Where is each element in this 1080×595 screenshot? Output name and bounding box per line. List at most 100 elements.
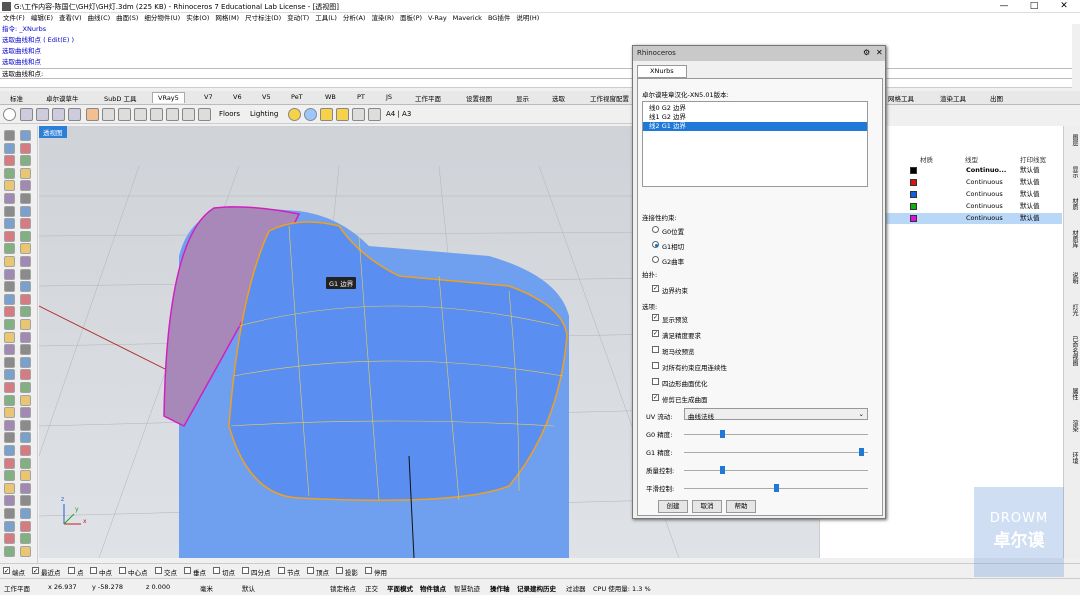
osnap-checkbox[interactable]: ✓ bbox=[3, 567, 10, 574]
tool-icon[interactable] bbox=[4, 130, 15, 141]
tool-icon[interactable] bbox=[4, 293, 15, 305]
tool-icon[interactable] bbox=[4, 394, 15, 406]
tool-icon[interactable] bbox=[4, 142, 15, 154]
tab-setview[interactable]: 设置视图 bbox=[466, 93, 492, 103]
tool-icon[interactable] bbox=[4, 268, 15, 280]
help-button[interactable]: 帮助 bbox=[726, 500, 756, 513]
layer-row[interactable]: Continuous 默认值 bbox=[882, 177, 1062, 188]
tab-properties[interactable]: 属性 bbox=[1066, 388, 1079, 400]
tab-render-tools[interactable]: 渲染工具 bbox=[940, 93, 966, 103]
paper-icon[interactable] bbox=[368, 108, 381, 121]
tab-wb[interactable]: WB bbox=[325, 93, 336, 101]
cosmos-icon[interactable] bbox=[352, 108, 365, 121]
layer-row[interactable]: Continuous 默认值 bbox=[882, 213, 1062, 224]
tool-icon[interactable] bbox=[4, 356, 15, 368]
osnap-checkbox[interactable] bbox=[213, 567, 220, 574]
option-checkbox[interactable] bbox=[652, 378, 659, 385]
option-checkbox[interactable]: ✓ bbox=[652, 330, 659, 337]
layer-linetype[interactable]: Continuous bbox=[966, 213, 1003, 224]
tool-icon[interactable] bbox=[4, 230, 15, 242]
tab-display[interactable]: 显示 bbox=[516, 93, 529, 103]
tool-icon[interactable] bbox=[4, 369, 15, 381]
list-item[interactable]: 线1 G2 边界 bbox=[643, 113, 867, 122]
dialog-tab-xnurbs[interactable]: XNurbs bbox=[637, 65, 687, 78]
proxy-icon[interactable] bbox=[166, 108, 179, 121]
menu-bg[interactable]: BG插件 bbox=[485, 13, 513, 24]
tab-cplane[interactable]: 工作平面 bbox=[415, 93, 441, 103]
menu-analyze[interactable]: 分析(A) bbox=[340, 13, 369, 24]
tool-icon[interactable] bbox=[4, 545, 15, 557]
tool-icon[interactable] bbox=[4, 243, 15, 255]
ies-light-icon[interactable] bbox=[150, 108, 163, 121]
status-history[interactable]: 记录建构历史 bbox=[517, 583, 556, 593]
status-planar[interactable]: 平面模式 bbox=[387, 583, 413, 593]
tool-icon[interactable] bbox=[20, 281, 31, 293]
osnap-checkbox[interactable] bbox=[242, 567, 249, 574]
tool-icon[interactable] bbox=[4, 407, 15, 419]
status-smarttrack[interactable]: 智慧轨迹 bbox=[454, 583, 480, 593]
tab-vray5[interactable]: VRay5 bbox=[152, 92, 185, 103]
tool-icon[interactable] bbox=[20, 167, 31, 179]
tool-icon[interactable] bbox=[4, 382, 15, 393]
tool-icon[interactable] bbox=[20, 432, 31, 444]
tab-viewport-layout[interactable]: 工作视窗配置 bbox=[590, 93, 629, 103]
layer-linetype[interactable]: Continuous bbox=[966, 201, 1003, 212]
tool-icon[interactable] bbox=[4, 457, 15, 469]
tool-icon[interactable] bbox=[4, 155, 15, 167]
tool-icon[interactable] bbox=[4, 432, 15, 444]
tab-drowm[interactable]: 卓尔谟草牛 bbox=[46, 93, 79, 103]
tab-v7[interactable]: V7 bbox=[204, 93, 213, 101]
tool-icon[interactable] bbox=[20, 218, 31, 230]
osnap-checkbox[interactable] bbox=[119, 567, 126, 574]
frame-buffer-icon[interactable] bbox=[52, 108, 65, 121]
tool-icon[interactable] bbox=[4, 306, 15, 318]
osnap-checkbox[interactable] bbox=[90, 567, 97, 574]
layer-linetype[interactable]: Continuous bbox=[966, 177, 1003, 188]
tool-icon[interactable] bbox=[4, 218, 15, 230]
layer-color-swatch[interactable] bbox=[910, 203, 917, 210]
tool-icon[interactable] bbox=[20, 256, 31, 267]
tool-icon[interactable] bbox=[20, 445, 31, 456]
layer-row[interactable]: Continuo... 默认值 bbox=[882, 165, 1062, 176]
g0-radio[interactable] bbox=[652, 226, 659, 233]
tool-icon[interactable] bbox=[20, 545, 31, 557]
tool-icon[interactable] bbox=[20, 306, 31, 318]
constraint-list[interactable]: 线0 G2 边界 线1 G2 边界 线2 G1 边界 bbox=[642, 101, 868, 187]
status-gumball[interactable]: 操作轴 bbox=[490, 583, 510, 593]
status-filter[interactable]: 过滤器 bbox=[566, 583, 586, 593]
menu-panels[interactable]: 面板(P) bbox=[397, 13, 425, 24]
tool-icon[interactable] bbox=[20, 130, 31, 141]
minimize-button[interactable]: — bbox=[990, 0, 1018, 13]
layer-print[interactable]: 默认值 bbox=[1020, 213, 1040, 224]
tab-standard[interactable]: 标准 bbox=[10, 93, 23, 103]
menu-edit[interactable]: 编辑(E) bbox=[28, 13, 56, 24]
menu-curve[interactable]: 曲线(C) bbox=[85, 13, 114, 24]
tool-icon[interactable] bbox=[4, 445, 15, 456]
mesh-light-icon[interactable] bbox=[134, 108, 147, 121]
tool-icon[interactable] bbox=[20, 243, 31, 255]
osnap-checkbox[interactable] bbox=[278, 567, 285, 574]
quality-slider-thumb[interactable] bbox=[720, 466, 725, 474]
vray-icon[interactable] bbox=[3, 108, 16, 121]
tab-material[interactable]: 材质 bbox=[1066, 198, 1079, 210]
tool-icon[interactable] bbox=[20, 142, 31, 154]
g2-radio[interactable] bbox=[652, 256, 659, 263]
tab-display-panel[interactable]: 显示 bbox=[1066, 166, 1079, 178]
tool-icon[interactable] bbox=[20, 180, 31, 192]
tool-icon[interactable] bbox=[4, 167, 15, 179]
tool-icon[interactable] bbox=[4, 495, 15, 507]
tab-pt[interactable]: PT bbox=[357, 93, 365, 101]
tab-js[interactable]: JS bbox=[386, 93, 392, 101]
g1-slider-thumb[interactable] bbox=[858, 448, 864, 456]
menu-file[interactable]: 文件(F) bbox=[0, 13, 28, 24]
quality-slider-track[interactable] bbox=[684, 470, 868, 471]
tool-icon[interactable] bbox=[20, 293, 31, 305]
tool-icon[interactable] bbox=[20, 193, 31, 204]
tool-icon[interactable] bbox=[4, 508, 15, 519]
render-icon[interactable] bbox=[36, 108, 49, 121]
osnap-checkbox[interactable] bbox=[68, 567, 75, 574]
tool-icon[interactable] bbox=[20, 407, 31, 419]
tool-icon[interactable] bbox=[4, 193, 15, 204]
layer-linetype[interactable]: Continuo... bbox=[966, 165, 1006, 176]
status-layer[interactable]: 默认 bbox=[242, 583, 255, 593]
